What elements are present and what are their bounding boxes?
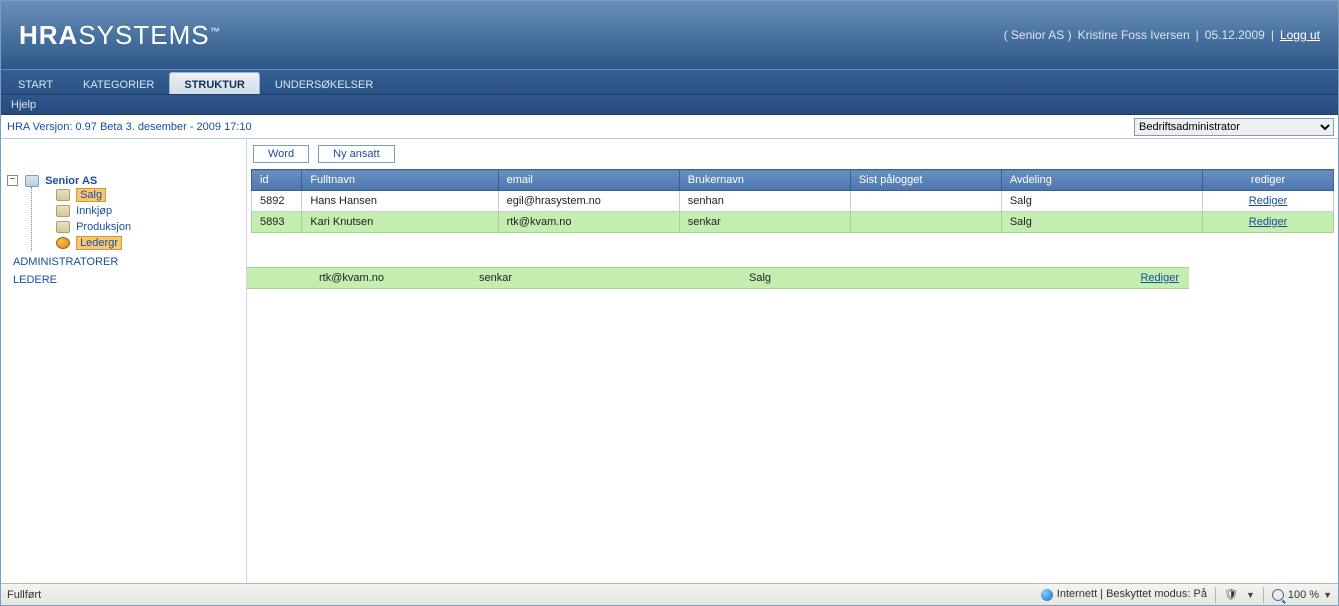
nav-start[interactable]: START: [3, 72, 68, 94]
main-nav: START KATEGORIER STRUKTUR UNDERSØKELSER: [1, 69, 1338, 95]
status-right: Internett | Beskyttet modus: På 🛡 ▼ 100 …: [1041, 587, 1332, 603]
col-dept[interactable]: Avdeling: [1001, 170, 1202, 191]
button-row: Word Ny ansatt: [251, 145, 1334, 169]
app-header: HRASYSTEMS™ ( Senior AS ) Kristine Foss …: [1, 1, 1338, 69]
dragged-row[interactable]: 5893 Kari Knutsen rtk@kvam.no senkar Sal…: [247, 267, 1189, 289]
status-net: Internett | Beskyttet modus: På: [1041, 588, 1207, 600]
col-username[interactable]: Brukernavn: [679, 170, 850, 191]
col-fullname[interactable]: Fulltnavn: [302, 170, 498, 191]
table-row[interactable]: 5892 Hans Hansen egil@hrasystem.no senha…: [252, 191, 1334, 212]
security-icon[interactable]: 🛡: [1224, 588, 1238, 601]
dept-icon: [56, 221, 70, 233]
status-bar: Fullført Internett | Beskyttet modus: På…: [1, 583, 1338, 605]
header-right: ( Senior AS ) Kristine Foss Iversen | 05…: [1004, 28, 1320, 42]
edit-link[interactable]: Rediger: [1211, 216, 1325, 228]
globe-icon: [1041, 589, 1053, 601]
role-select[interactable]: Bedriftsadministrator: [1134, 118, 1334, 136]
employee-grid: id Fulltnavn email Brukernavn Sist pålog…: [251, 169, 1334, 233]
dept-icon: [56, 189, 70, 201]
tree-collapse-icon[interactable]: −: [7, 175, 18, 186]
new-employee-button[interactable]: Ny ansatt: [318, 145, 394, 163]
zoom-control[interactable]: 100 % ▼: [1272, 589, 1332, 601]
org-icon: [25, 175, 39, 187]
tree-dept-salg[interactable]: Salg: [76, 188, 106, 202]
tree-dept-produksjon[interactable]: Produksjon: [76, 221, 131, 233]
tree-leaders[interactable]: LEDERE: [7, 271, 242, 289]
nav-struktur[interactable]: STRUKTUR: [169, 72, 260, 94]
content-area: Word Ny ansatt id Fulltnavn email Bruker…: [247, 139, 1338, 583]
col-email[interactable]: email: [498, 170, 679, 191]
zoom-icon: [1272, 589, 1284, 601]
edit-link[interactable]: Rediger: [1140, 272, 1179, 284]
logo: HRASYSTEMS™: [19, 20, 221, 51]
logo-tm: ™: [210, 26, 221, 37]
logout-link[interactable]: Logg ut: [1280, 28, 1320, 42]
col-id[interactable]: id: [252, 170, 302, 191]
table-row[interactable]: 5893 Kari Knutsen rtk@kvam.no senkar Sal…: [252, 212, 1334, 233]
status-left: Fullført: [7, 589, 41, 601]
main-area: − Senior AS Salg Innkjøp Produksjon: [1, 139, 1338, 583]
grid-header-row: id Fulltnavn email Brukernavn Sist pålog…: [252, 170, 1334, 191]
nav-kategorier[interactable]: KATEGORIER: [68, 72, 169, 94]
col-edit[interactable]: rediger: [1203, 170, 1334, 191]
company-name: ( Senior AS ): [1004, 28, 1072, 42]
edit-link[interactable]: Rediger: [1211, 195, 1325, 207]
logo-light: SYSTEMS: [78, 20, 209, 50]
nav-undersokelser[interactable]: UNDERSØKELSER: [260, 72, 388, 94]
group-icon: [56, 237, 70, 249]
header-date: 05.12.2009: [1205, 28, 1265, 42]
version-text: HRA Versjon: 0.97 Beta 3. desember - 200…: [7, 121, 252, 133]
tree-group-leder[interactable]: Ledergr: [76, 236, 122, 250]
subnav: Hjelp: [1, 95, 1338, 115]
tree-root[interactable]: Senior AS: [45, 175, 97, 187]
org-tree: − Senior AS Salg Innkjøp Produksjon: [1, 139, 247, 583]
user-name: Kristine Foss Iversen: [1078, 28, 1190, 42]
col-lastlogin[interactable]: Sist pålogget: [850, 170, 1001, 191]
dropdown-icon[interactable]: ▼: [1246, 590, 1255, 600]
word-button[interactable]: Word: [253, 145, 309, 163]
help-link[interactable]: Hjelp: [11, 99, 36, 111]
dept-icon: [56, 205, 70, 217]
dropdown-icon[interactable]: ▼: [1323, 590, 1332, 600]
logo-bold: HRA: [19, 20, 78, 50]
tree-dept-innkjop[interactable]: Innkjøp: [76, 205, 112, 217]
tree-admins[interactable]: ADMINISTRATORER: [7, 253, 242, 271]
info-bar: HRA Versjon: 0.97 Beta 3. desember - 200…: [1, 115, 1338, 139]
